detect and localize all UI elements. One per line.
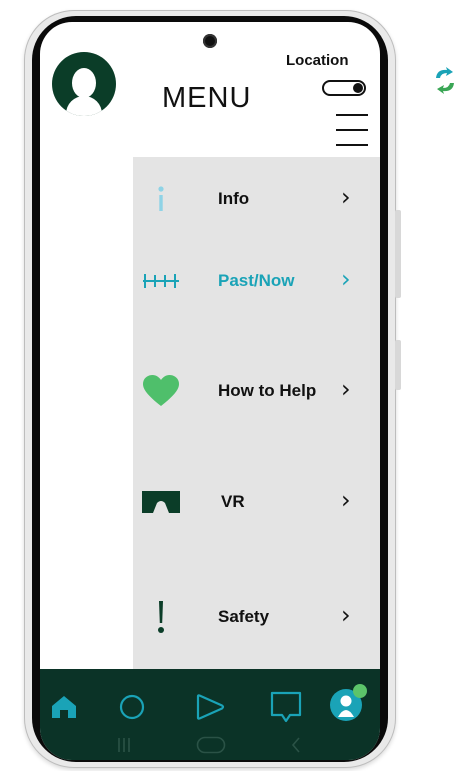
menu-item-label: Safety (218, 607, 270, 626)
menu-item-vr[interactable]: VR › (133, 472, 380, 532)
menu-item-label: Info (218, 189, 250, 208)
recent-apps-icon[interactable] (114, 735, 134, 755)
front-camera (203, 34, 217, 48)
toggle-knob (353, 83, 363, 93)
vr-headset-icon (141, 484, 181, 520)
menu-item-label: Past/Now (218, 271, 295, 290)
page-title: MENU (162, 82, 252, 114)
bottom-nav (40, 669, 380, 760)
menu-item-label: How to Help (218, 381, 317, 400)
menu-panel: Info › Past/Now › How to Help › VR › Saf… (133, 157, 380, 669)
home-icon[interactable] (44, 687, 84, 727)
chevron-right-icon: › (341, 183, 351, 211)
menu-item-how-to-help[interactable]: How to Help › (133, 361, 380, 421)
volume-button (395, 210, 401, 298)
phone-screen: MENU Location Info › Past/Now › How to H… (40, 22, 380, 760)
refresh-icon[interactable] (432, 66, 458, 96)
power-button (395, 340, 401, 390)
chat-icon[interactable] (266, 687, 306, 727)
hamburger-menu-icon[interactable] (336, 114, 368, 148)
back-icon[interactable] (286, 735, 306, 755)
chevron-right-icon: › (341, 601, 351, 629)
chevron-right-icon: › (341, 375, 351, 403)
menu-item-label: VR (221, 492, 245, 511)
avatar[interactable] (52, 52, 116, 116)
info-icon (141, 181, 181, 217)
home-pill-icon[interactable] (194, 735, 228, 755)
play-icon[interactable] (190, 687, 230, 727)
avatar-head (72, 68, 96, 98)
menu-item-safety[interactable]: Safety › (133, 587, 380, 647)
heart-icon (141, 373, 181, 409)
chevron-right-icon: › (341, 486, 351, 514)
location-label: Location (286, 52, 349, 69)
location-toggle[interactable] (322, 80, 366, 96)
timeline-icon (141, 263, 181, 299)
avatar-body (66, 96, 102, 116)
exclamation-icon (141, 599, 181, 635)
chevron-right-icon: › (341, 265, 351, 293)
menu-item-info[interactable]: Info › (133, 169, 380, 229)
profile-icon[interactable] (328, 683, 368, 723)
circle-icon[interactable] (112, 687, 152, 727)
menu-item-past-now[interactable]: Past/Now › (133, 251, 380, 311)
